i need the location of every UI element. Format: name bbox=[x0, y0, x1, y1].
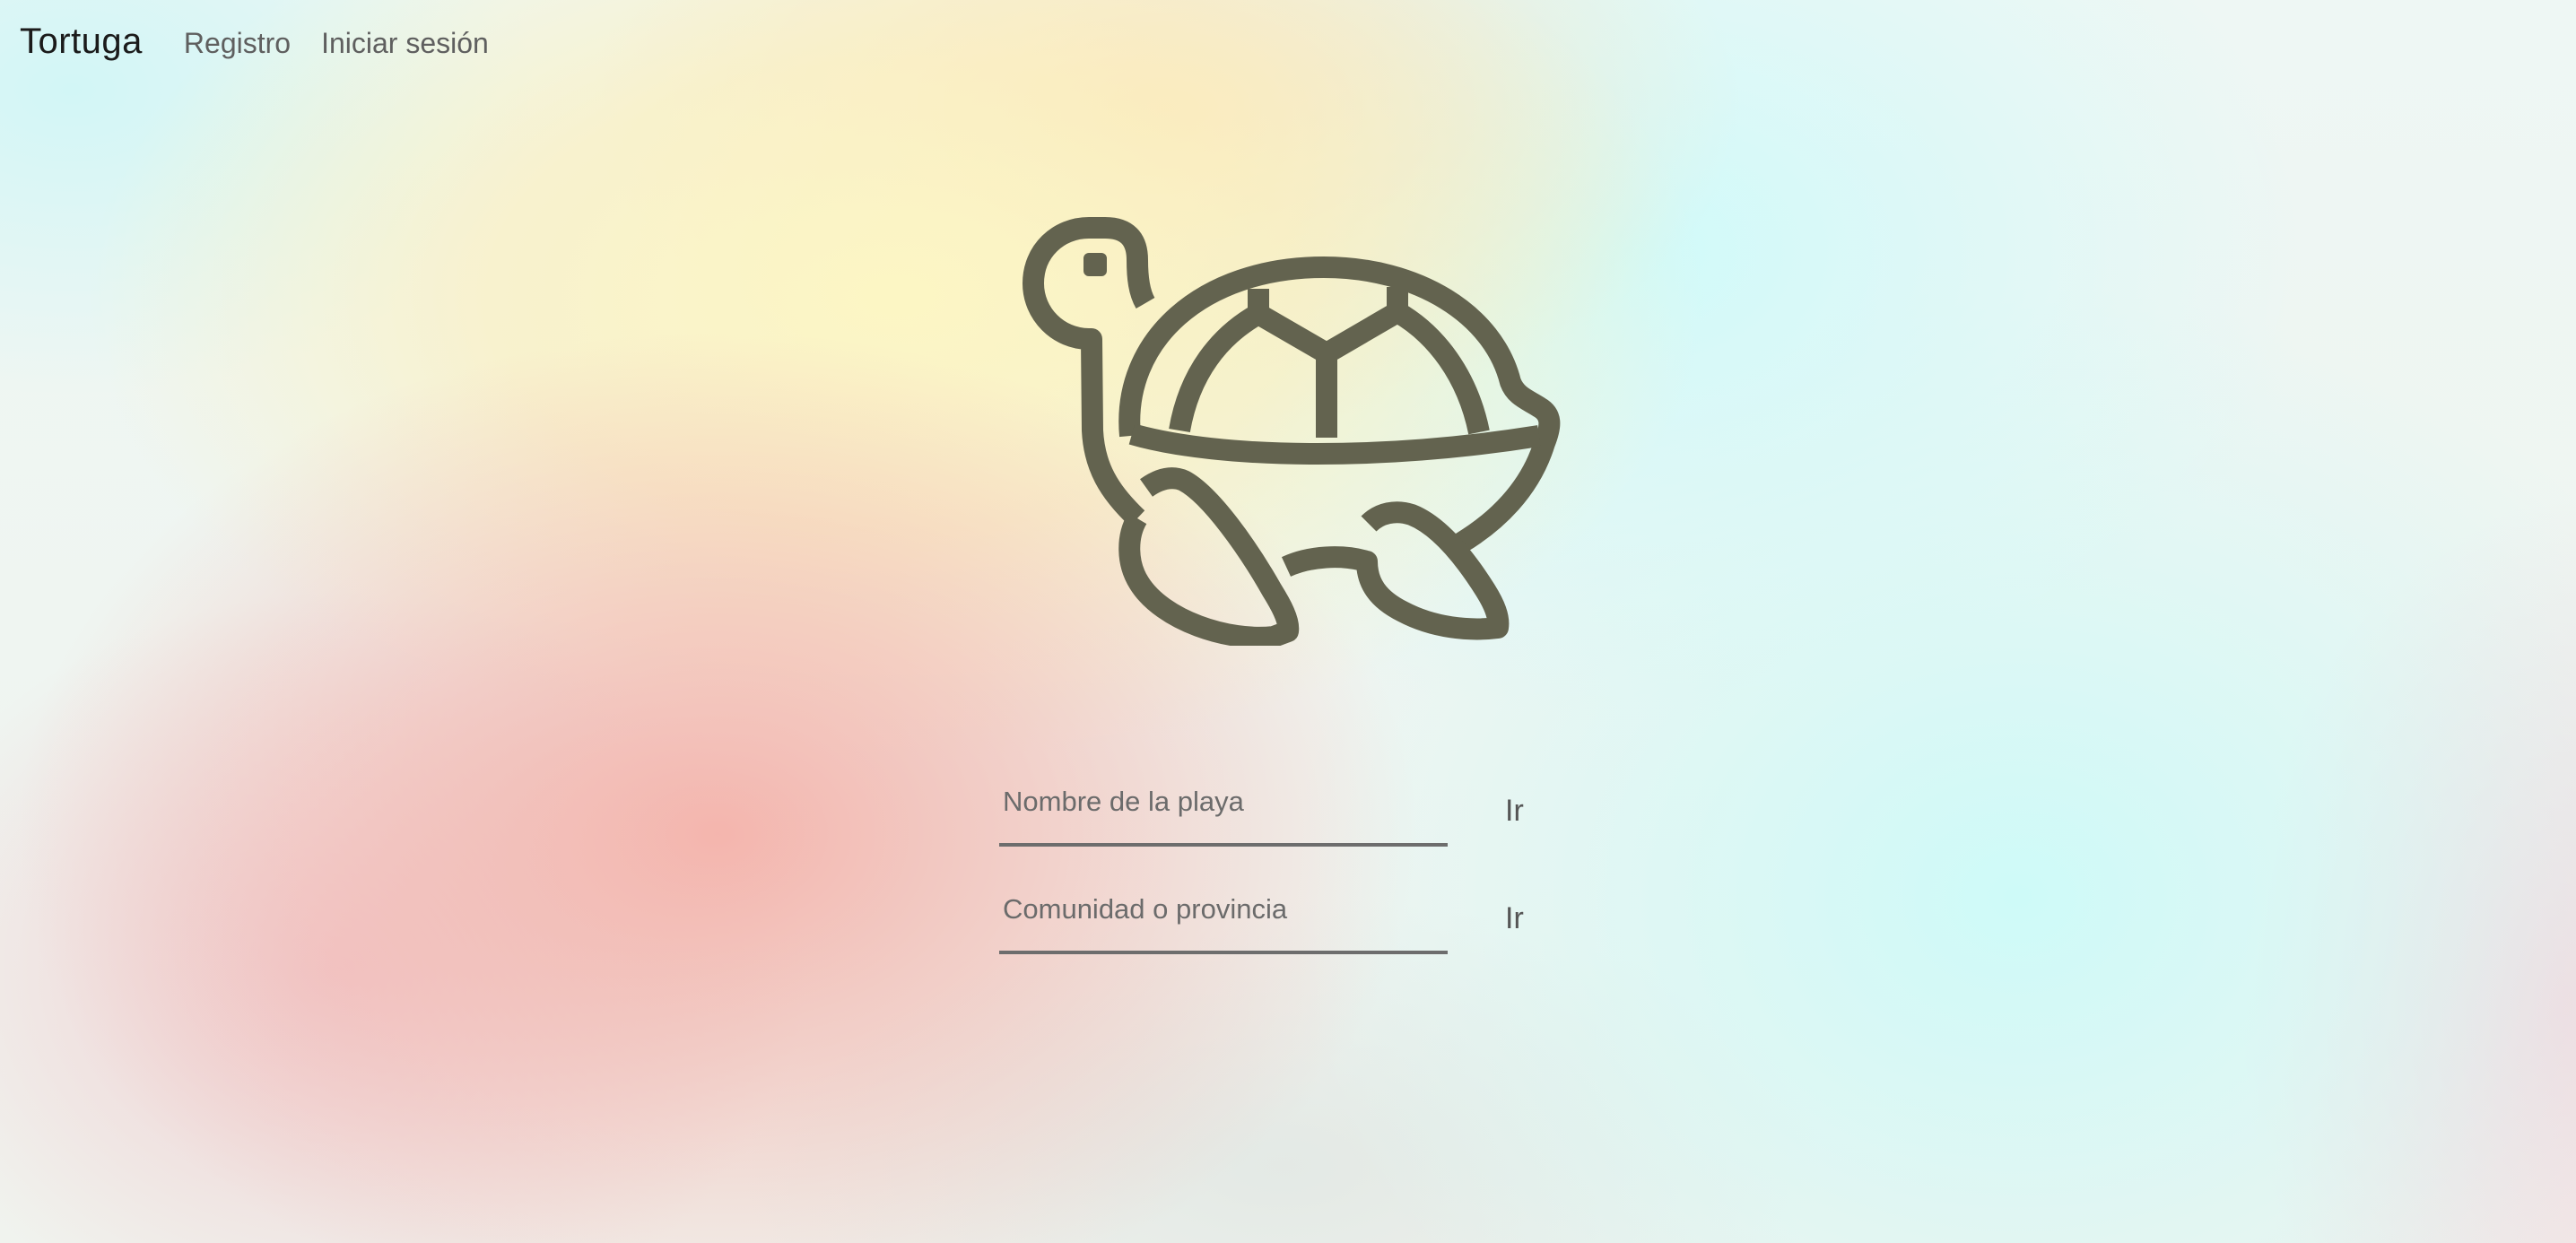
region-search-form: Ir bbox=[999, 884, 1524, 954]
region-search-button[interactable]: Ir bbox=[1505, 901, 1524, 954]
beach-search-form: Ir bbox=[999, 777, 1524, 847]
turtle-icon bbox=[1023, 217, 1561, 648]
beach-name-input[interactable] bbox=[999, 777, 1448, 847]
brand-link[interactable]: Tortuga bbox=[20, 22, 143, 62]
navbar: Tortuga Registro Iniciar sesión bbox=[20, 22, 519, 62]
turtle-logo bbox=[996, 206, 1570, 648]
register-link[interactable]: Registro bbox=[184, 27, 291, 60]
region-input[interactable] bbox=[999, 884, 1448, 954]
beach-search-button[interactable]: Ir bbox=[1505, 794, 1524, 847]
login-link[interactable]: Iniciar sesión bbox=[321, 27, 489, 60]
